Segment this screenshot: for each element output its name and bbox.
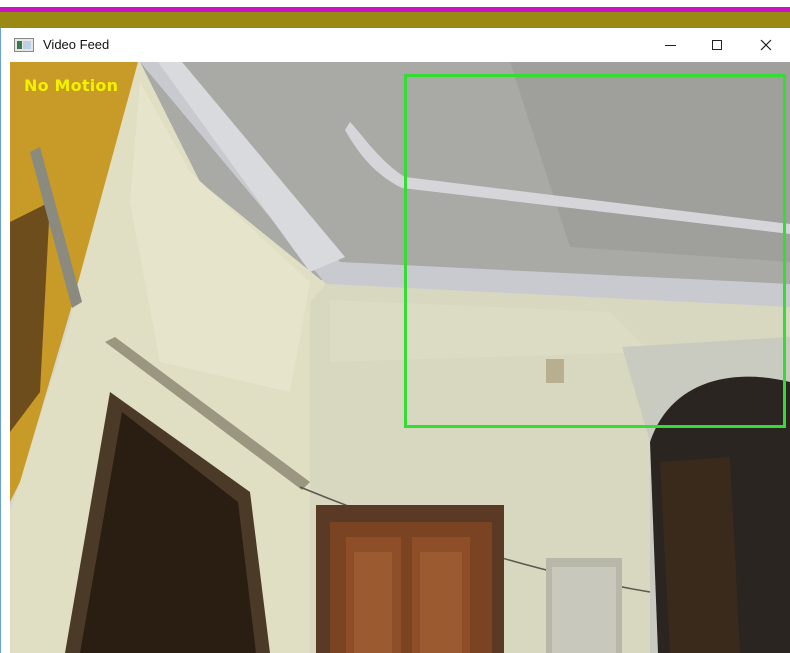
- camera-feed-frame: No Motion: [10, 62, 790, 653]
- desktop-olive-stripe: [0, 12, 790, 28]
- minimize-icon: [664, 44, 676, 46]
- video-feed-window: Video Feed No Motion: [0, 28, 790, 653]
- close-icon: [760, 39, 772, 51]
- minimize-button[interactable]: [647, 28, 693, 62]
- motion-status-label: No Motion: [24, 76, 119, 95]
- title-bar[interactable]: Video Feed: [1, 28, 790, 62]
- motion-detection-box: [404, 74, 786, 428]
- maximize-button[interactable]: [694, 28, 740, 62]
- maximize-icon: [712, 40, 722, 50]
- app-window-icon: [14, 38, 34, 52]
- window-title: Video Feed: [43, 37, 110, 52]
- desktop-magenta-stripe: [0, 0, 790, 12]
- close-button[interactable]: [743, 28, 789, 62]
